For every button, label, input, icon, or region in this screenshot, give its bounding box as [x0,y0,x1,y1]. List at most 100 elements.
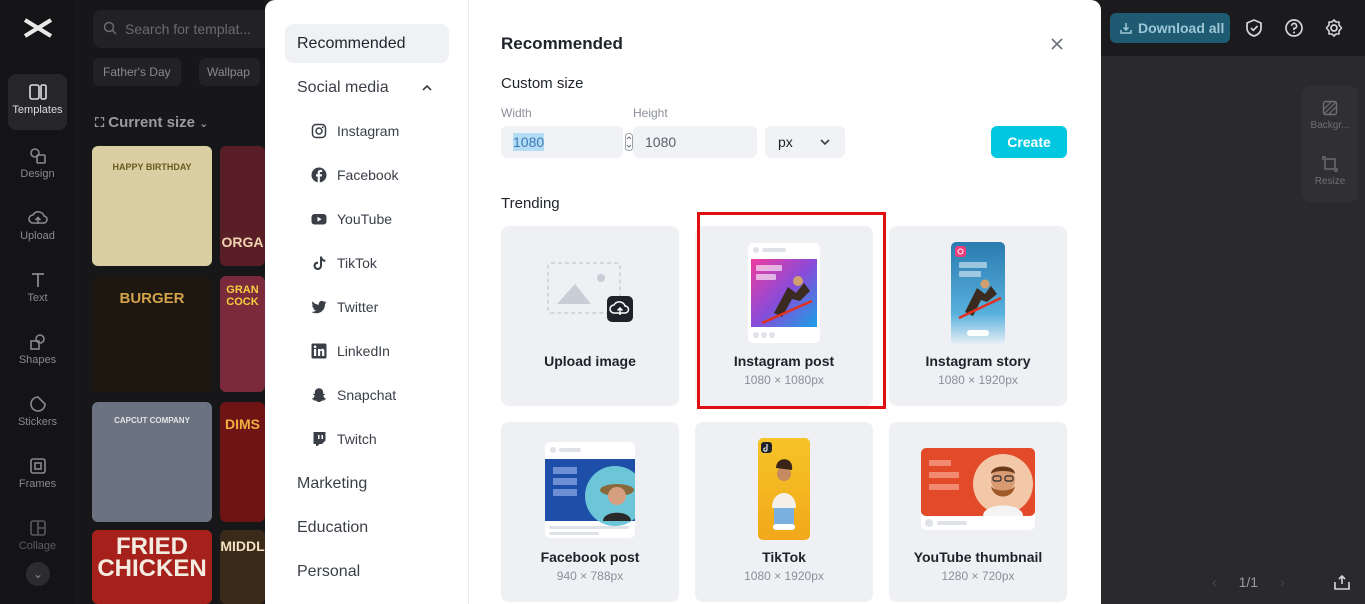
nav-social-media[interactable]: Social media [285,68,449,107]
current-size-dropdown[interactable]: ⛶ Current size ⌄ [95,114,208,131]
nav-marketing[interactable]: Marketing [285,464,449,503]
background-tool[interactable]: Backgr... [1302,100,1358,131]
current-size-label: Current size [108,114,195,131]
template-tile[interactable]: BURGER [92,276,212,392]
side-tools-panel: Backgr... Resize [1302,86,1358,202]
create-button[interactable]: Create [991,126,1067,158]
nav-sub-label: Instagram [337,123,400,139]
resize-icon: ⛶ [95,115,105,130]
rail-text[interactable]: Text [0,262,75,318]
width-value: 1080 [513,133,545,151]
nav-sub-instagram[interactable]: Instagram [309,116,449,146]
nav-sub-snapchat[interactable]: Snapchat [309,380,449,410]
template-search-input[interactable]: Search for templat... [93,10,293,48]
card-title: YouTube thumbnail [913,549,1043,565]
nav-sub-linkedin[interactable]: LinkedIn [309,336,449,366]
design-icon [29,148,46,164]
nav-label: Education [297,519,369,536]
nav-recommended[interactable]: Recommended [285,24,449,63]
resize-icon [1322,156,1338,172]
facebook-post-card[interactable]: Facebook post 940 × 788px [501,422,679,602]
upload-icon [27,211,48,224]
rail-frames[interactable]: Frames [0,448,75,504]
nav-sub-label: LinkedIn [337,343,390,359]
search-placeholder: Search for templat... [125,21,252,37]
chevron-left-icon[interactable]: ‹ [1212,574,1217,590]
text-icon [31,273,44,287]
rail-label: Templates [12,104,63,116]
nav-personal[interactable]: Personal [285,552,449,591]
template-tile[interactable]: CAPCUT COMPANY [92,402,212,522]
rail-design[interactable]: Design [0,138,75,194]
nav-sub-twitch[interactable]: Twitch [309,424,449,454]
nav-label: Marketing [297,475,368,492]
nav-sub-facebook[interactable]: Facebook [309,160,449,190]
help-icon[interactable] [1284,18,1304,38]
facebook-post-thumbnail [545,442,635,538]
card-title: Instagram story [925,353,1031,369]
download-all-label: Download all [1138,20,1225,36]
resize-tool[interactable]: Resize [1302,156,1358,187]
tile-text: GRAN COCK [226,284,259,308]
size-picker-modal: Recommended Social media Instagram Faceb… [265,0,1101,604]
trending-title: Trending [501,195,560,212]
nav-sub-twitter[interactable]: Twitter [309,292,449,322]
template-tile[interactable]: HAPPY BIRTHDAY [92,146,212,266]
card-size: 940 × 788px [556,569,624,583]
rail-upload[interactable]: Upload [0,200,75,256]
twitch-icon [313,432,326,446]
tile-text: CAPCUT COMPANY [114,416,190,425]
rail-label: Text [27,292,48,304]
youtube-thumbnail-card[interactable]: YouTube thumbnail 1280 × 720px [889,422,1067,602]
upload-image-card[interactable]: Upload image [501,226,679,406]
template-tile[interactable]: MIDDL [220,530,265,604]
download-all-button[interactable]: Download all [1110,13,1230,43]
templates-icon [28,84,47,100]
chevron-down-icon[interactable]: ⌄ [26,562,50,586]
card-size: 1080 × 1920px [744,569,824,583]
stepper-icon[interactable] [625,133,633,151]
chevron-down-icon: ⌄ [199,118,209,130]
left-rail: Templates Design Upload Text Shapes Stic… [0,0,75,604]
nav-label: Personal [297,563,361,580]
template-tile[interactable]: GRAN COCK [220,276,265,392]
height-input[interactable]: 1080 [633,126,757,158]
width-label: Width [501,106,532,120]
youtube-icon [311,214,327,225]
collage-icon [29,520,46,536]
shield-icon[interactable] [1244,18,1264,38]
rail-label: Shapes [18,354,57,366]
rail-shapes[interactable]: Shapes [0,324,75,380]
unit-select[interactable]: px [765,126,845,158]
youtube-thumbnail-preview [921,448,1035,530]
nav-education[interactable]: Education [285,508,449,547]
frames-icon [29,458,46,474]
nav-sub-tiktok[interactable]: TikTok [309,248,449,278]
linkedin-icon [311,343,327,359]
nav-label: Social media [297,79,389,96]
rail-stickers[interactable]: Stickers [0,386,75,442]
settings-icon[interactable] [1324,18,1344,38]
rail-templates[interactable]: Templates [8,74,67,130]
rail-label: Frames [18,478,57,490]
template-tile[interactable]: ORGA [220,146,265,266]
layers-icon[interactable] [1333,575,1351,591]
chevron-up-icon [422,84,432,91]
width-input[interactable]: 1080 [501,126,623,158]
rail-collage[interactable]: Collage [0,510,75,566]
template-tile[interactable]: FRIED CHICKEN [92,530,212,604]
chip-wallpaper[interactable]: Wallpap [199,58,260,86]
stickers-icon [29,396,46,412]
page-indicator: ‹ 1/1 › [1212,574,1285,590]
tiktok-card[interactable]: TikTok 1080 × 1920px [695,422,873,602]
instagram-story-card[interactable]: Instagram story 1080 × 1920px [889,226,1067,406]
close-icon[interactable] [1049,36,1065,52]
template-tile[interactable]: DIMS [220,402,265,522]
chip-fathers-day[interactable]: Father's Day [93,58,181,86]
nav-sub-youtube[interactable]: YouTube [309,204,449,234]
templates-panel: Search for templat... Father's Day Wallp… [75,0,293,604]
tile-text: BURGER [119,290,185,307]
chevron-right-icon[interactable]: › [1280,574,1285,590]
tile-text: ORGA [221,234,264,250]
twitter-icon [311,300,327,314]
